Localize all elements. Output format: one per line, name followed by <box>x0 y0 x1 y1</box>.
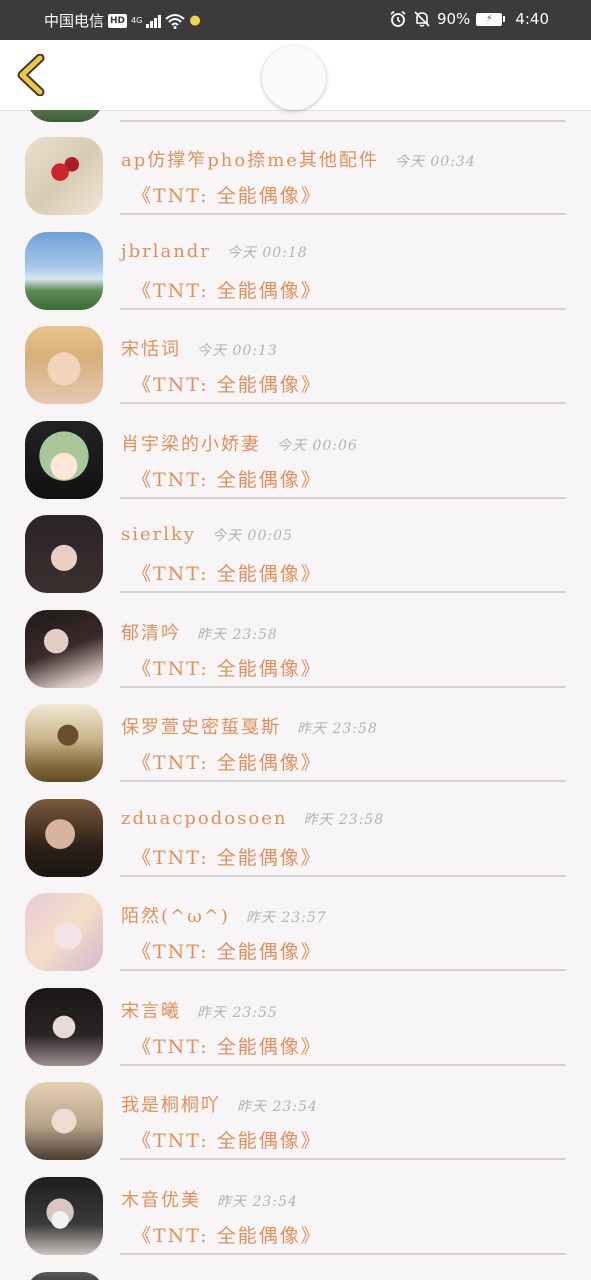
center-avatar-button[interactable] <box>262 46 326 110</box>
carrier-label: 中国电信 <box>44 12 105 30</box>
avatar[interactable] <box>25 704 103 782</box>
battery-percent: 90% <box>436 10 471 28</box>
user-name[interactable]: jbrlandr <box>121 241 211 262</box>
divider <box>120 1252 566 1255</box>
list-item[interactable]: jbrlandr 今天 00:18 《TNT: 全能偶像》 <box>0 205 591 310</box>
avatar[interactable] <box>27 1272 103 1280</box>
avatar[interactable] <box>25 1176 103 1255</box>
user-name[interactable]: 肖宇梁的小娇妻 <box>121 434 261 455</box>
timestamp: 昨天 23:54 <box>237 1099 318 1115</box>
timestamp: 昨天 23:54 <box>217 1193 298 1210</box>
user-name[interactable]: 我是桐桐吖 <box>121 1095 221 1116</box>
bulb-icon: ● <box>189 13 201 28</box>
list-item[interactable]: sierlky 今天 00:05 《TNT: 全能偶像》 <box>0 488 591 593</box>
user-name[interactable]: zduacpodosoen <box>121 808 287 829</box>
user-info-line: 宋恬词 今天 00:13 <box>121 335 278 361</box>
timestamp: 昨天 23:58 <box>303 811 385 828</box>
timestamp: 昨天 23:57 <box>245 910 327 926</box>
hd-icon: HD <box>108 13 128 28</box>
user-info-line: 郁清吟 昨天 23:58 <box>121 619 278 645</box>
list-item[interactable]: 我是桐桐吖 昨天 23:54 《TNT: 全能偶像》 <box>0 1055 591 1160</box>
list-item[interactable]: 肖宇梁的小娇妻 今天 00:06 《TNT: 全能偶像》 <box>0 394 591 499</box>
user-info-line: 我是桐桐吖 昨天 23:54 <box>121 1091 318 1117</box>
user-info-line: zduacpodosoen 昨天 23:58 <box>121 808 384 829</box>
user-info-line: 肖宇梁的小娇妻 今天 00:06 <box>121 430 358 456</box>
user-info-line: 陌然(^ω^) 昨天 23:57 <box>121 902 327 928</box>
list-item[interactable]: 宋言曦 昨天 23:55 《TNT: 全能偶像》 <box>0 961 591 1066</box>
avatar[interactable] <box>25 1082 103 1160</box>
clock: 4:40 <box>515 10 549 28</box>
list-item[interactable]: 保罗萱史密蜇戛斯 昨天 23:58 《TNT: 全能偶像》 <box>0 677 591 782</box>
list-item[interactable]: ap仿撑笮pho捺me其他配件 今天 00:34 《TNT: 全能偶像》 <box>0 110 591 215</box>
timestamp: 今天 00:05 <box>212 528 293 544</box>
signal-icon <box>146 14 162 28</box>
timestamp: 今天 00:06 <box>277 437 358 454</box>
avatar[interactable] <box>25 231 103 310</box>
avatar[interactable] <box>25 987 103 1066</box>
user-name[interactable]: 宋言曦 <box>121 1001 181 1022</box>
user-info-line: 宋言曦 昨天 23:55 <box>121 997 278 1023</box>
user-name[interactable]: 宋恬词 <box>121 339 181 360</box>
mute-icon <box>414 11 430 27</box>
user-info-line: sierlky 今天 00:05 <box>121 524 293 545</box>
avatar[interactable] <box>25 137 103 215</box>
list-item[interactable]: 陌然(^ω^) 昨天 23:57 《TNT: 全能偶像》 <box>0 866 591 971</box>
network-type: 4G <box>131 16 143 25</box>
user-name[interactable]: sierlky <box>121 524 196 545</box>
chevron-left-icon <box>17 53 45 97</box>
back-button[interactable] <box>14 53 50 97</box>
user-name[interactable]: ap仿撑笮pho捺me其他配件 <box>121 150 379 171</box>
status-right: 90% ⚡ 4:40 <box>389 10 549 28</box>
list-item[interactable]: 宋恬词 今天 00:13 《TNT: 全能偶像》 <box>0 299 591 404</box>
avatar[interactable] <box>25 893 103 971</box>
user-list: ap仿撑笮pho捺me其他配件 今天 00:34 《TNT: 全能偶像》 jbrlan… <box>0 110 591 1280</box>
list-item[interactable]: zduacpodosoen 昨天 23:58 《TNT: 全能偶像》 <box>0 772 591 877</box>
user-name[interactable]: 陌然(^ω^) <box>121 906 230 927</box>
status-left: 中国电信 HD 4G ● <box>44 10 201 31</box>
wifi-icon <box>165 13 185 29</box>
list-item[interactable]: 郁清吟 昨天 23:58 《TNT: 全能偶像》 <box>0 583 591 688</box>
top-navigation-bar <box>0 40 591 111</box>
battery-icon: ⚡ <box>476 12 506 26</box>
timestamp: 今天 00:34 <box>394 154 476 170</box>
avatar[interactable] <box>25 515 103 593</box>
user-info-line: ap仿撑笮pho捺me其他配件 今天 00:34 <box>121 146 476 172</box>
timestamp: 昨天 23:55 <box>197 1004 278 1021</box>
status-bar: 中国电信 HD 4G ● 90% ⚡ 4:40 <box>0 0 591 40</box>
user-info-line: jbrlandr 今天 00:18 <box>121 241 308 262</box>
avatar[interactable] <box>25 609 103 688</box>
avatar[interactable] <box>25 420 103 499</box>
user-name[interactable]: 木音优美 <box>121 1190 201 1211</box>
avatar[interactable] <box>25 798 103 877</box>
user-name[interactable]: 郁清吟 <box>121 623 181 644</box>
timestamp: 昨天 23:58 <box>197 626 278 643</box>
alarm-icon <box>390 10 406 27</box>
list-item[interactable]: 木音优美 昨天 23:54 《TNT: 全能偶像》 <box>0 1150 591 1255</box>
avatar[interactable] <box>25 326 103 404</box>
timestamp: 昨天 23:58 <box>297 721 378 737</box>
timestamp: 今天 00:13 <box>197 343 278 359</box>
comment-text[interactable]: 《TNT: 全能偶像》 <box>132 1221 322 1248</box>
timestamp: 今天 00:18 <box>226 244 308 261</box>
user-info-line: 保罗萱史密蜇戛斯 昨天 23:58 <box>121 713 378 739</box>
user-name[interactable]: 保罗萱史密蜇戛斯 <box>121 717 281 738</box>
user-info-line: 木音优美 昨天 23:54 <box>121 1186 298 1212</box>
